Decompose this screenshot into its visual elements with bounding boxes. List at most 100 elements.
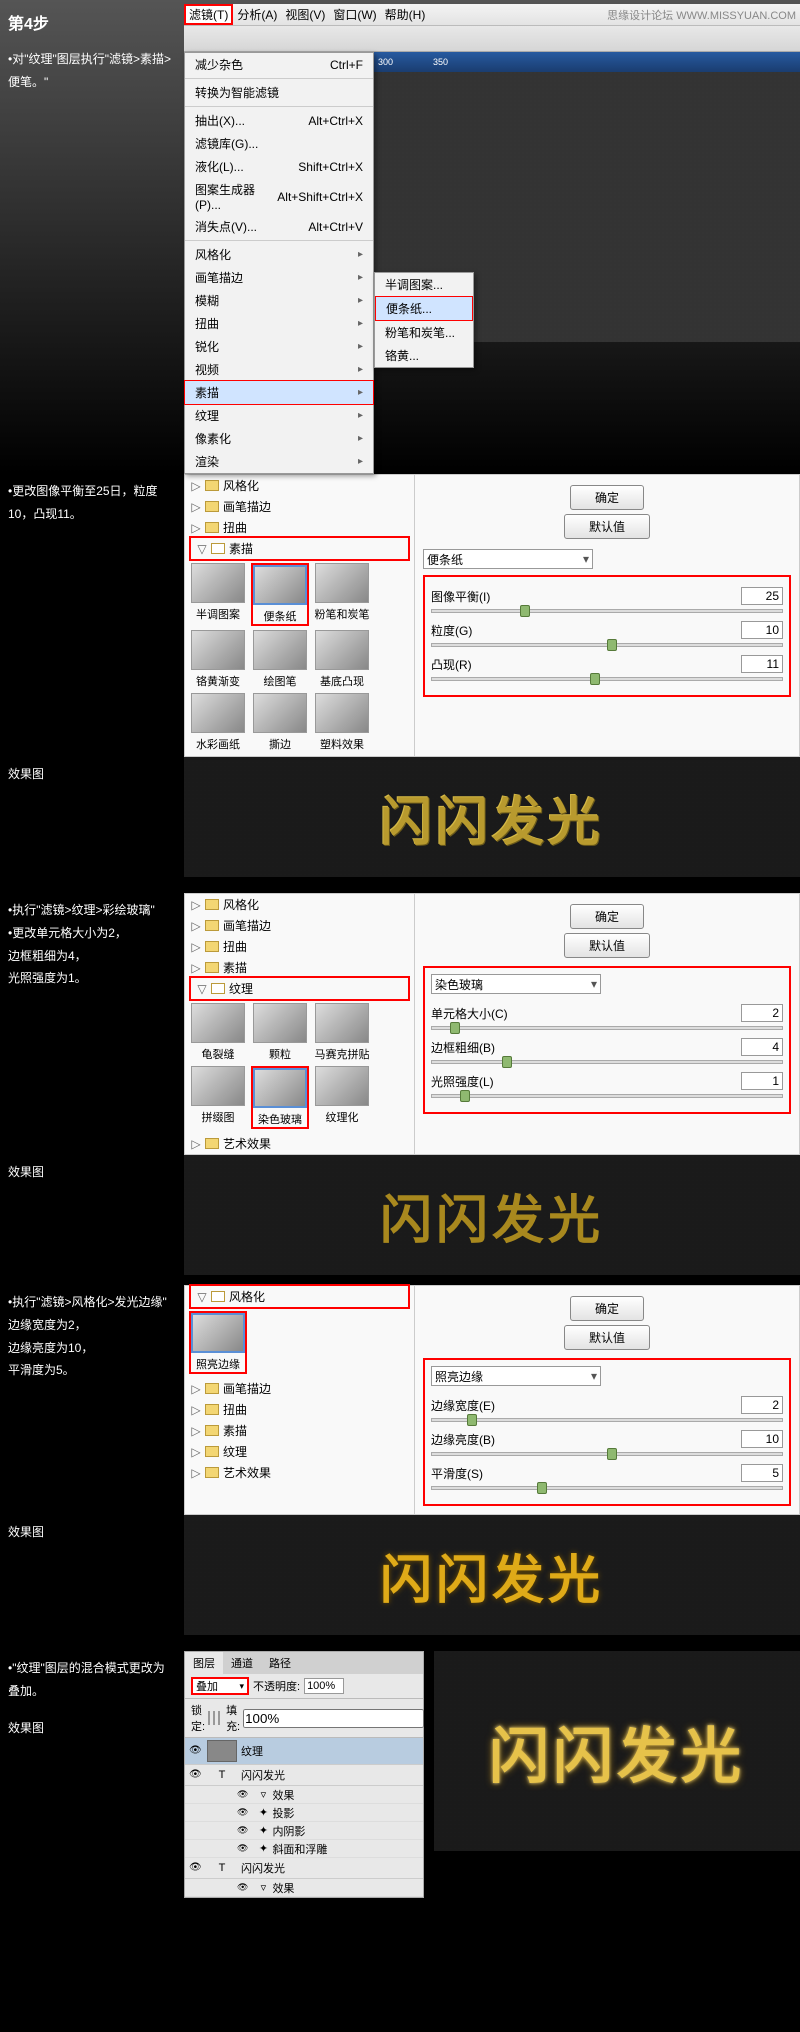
tree-distort[interactable]: ▷扭曲 — [185, 517, 414, 538]
thumb-stained[interactable]: 染色玻璃 — [251, 1066, 309, 1129]
mi-texture[interactable]: 纹理 — [185, 404, 373, 427]
mi-extract[interactable]: 抽出(X)...Alt+Ctrl+X — [185, 109, 373, 132]
input-light[interactable] — [741, 1072, 783, 1090]
thumb-chalk[interactable]: 粉笔和炭笔 — [313, 563, 371, 626]
mi-liquify[interactable]: 液化(L)...Shift+Ctrl+X — [185, 155, 373, 178]
tree-distort2[interactable]: ▷扭曲 — [185, 936, 414, 957]
input-grain[interactable] — [741, 621, 783, 639]
input-edgebright[interactable] — [741, 1430, 783, 1448]
thumb-torn[interactable]: 撕边 — [251, 693, 309, 752]
sub-halftone[interactable]: 半调图案... — [375, 273, 473, 296]
input-balance[interactable] — [741, 587, 783, 605]
slider-edgewidth[interactable] — [431, 1418, 783, 1422]
fx-effects2[interactable]: ▿效果 — [185, 1879, 423, 1897]
tree-brush[interactable]: ▷画笔描边 — [185, 496, 414, 517]
slider-smooth[interactable] — [431, 1486, 783, 1490]
tree-sketch3[interactable]: ▷素描 — [185, 1420, 414, 1441]
default-button[interactable]: 默认值 — [564, 514, 650, 539]
mi-vanishing[interactable]: 消失点(V)...Alt+Ctrl+V — [185, 215, 373, 238]
mi-video[interactable]: 视频 — [185, 358, 373, 381]
eye-icon[interactable] — [189, 1744, 203, 1758]
mi-sharpen[interactable]: 锐化 — [185, 335, 373, 358]
tab-channels[interactable]: 通道 — [223, 1652, 261, 1674]
fx-innershadow[interactable]: ✦内阴影 — [185, 1822, 423, 1840]
default-button-3[interactable]: 默认值 — [564, 1325, 650, 1350]
ok-button-3[interactable]: 确定 — [570, 1296, 644, 1321]
tree-artistic2[interactable]: ▷艺术效果 — [185, 1133, 414, 1154]
tree-brush2[interactable]: ▷画笔描边 — [185, 915, 414, 936]
tree-brush3[interactable]: ▷画笔描边 — [185, 1378, 414, 1399]
slider-edgebright[interactable] — [431, 1452, 783, 1456]
sub-chrome[interactable]: 铬黄... — [375, 344, 473, 367]
mi-distort[interactable]: 扭曲 — [185, 312, 373, 335]
input-border[interactable] — [741, 1038, 783, 1056]
slider-cell[interactable] — [431, 1026, 783, 1030]
menu-help[interactable]: 帮助(H) — [381, 6, 430, 23]
menu-analysis[interactable]: 分析(A) — [233, 6, 281, 23]
thumb-basrelief[interactable]: 基底凸现 — [313, 630, 371, 689]
tree-stylize[interactable]: ▷风格化 — [185, 475, 414, 496]
fx-bevel[interactable]: ✦斜面和浮雕 — [185, 1840, 423, 1858]
tab-layers[interactable]: 图层 — [185, 1652, 223, 1674]
tree-stylize3[interactable]: ▽风格化 — [189, 1284, 410, 1309]
thumb-glowing[interactable]: 照亮边缘 — [189, 1311, 247, 1374]
slider-light[interactable] — [431, 1094, 783, 1098]
filter-dropdown[interactable]: 便条纸 — [423, 549, 593, 569]
tree-texture2[interactable]: ▽纹理 — [189, 976, 410, 1001]
sub-notepaper[interactable]: 便条纸... — [375, 296, 473, 321]
tab-paths[interactable]: 路径 — [261, 1652, 299, 1674]
mi-brush[interactable]: 画笔描边 — [185, 266, 373, 289]
input-relief[interactable] — [741, 655, 783, 673]
thumb-texturizer[interactable]: 纹理化 — [313, 1066, 371, 1129]
layer-text1[interactable]: T闪闪发光 — [185, 1765, 423, 1786]
eye-icon[interactable] — [189, 1768, 203, 1782]
default-button-2[interactable]: 默认值 — [564, 933, 650, 958]
thumb-grain[interactable]: 颗粒 — [251, 1003, 309, 1062]
mi-stylize[interactable]: 风格化 — [185, 243, 373, 266]
fx-effects[interactable]: ▿效果 — [185, 1786, 423, 1804]
filter-dropdown-2[interactable]: 染色玻璃 — [431, 974, 601, 994]
fx-shadow[interactable]: ✦投影 — [185, 1804, 423, 1822]
eye-icon[interactable] — [189, 1861, 203, 1875]
thumb-chrome[interactable]: 铬黄渐变 — [189, 630, 247, 689]
tree-artistic3[interactable]: ▷艺术效果 — [185, 1462, 414, 1483]
thumb-plastic[interactable]: 塑料效果 — [313, 693, 371, 752]
menu-filter[interactable]: 滤镜(T) — [184, 4, 233, 25]
sub-chalk[interactable]: 粉笔和炭笔... — [375, 321, 473, 344]
ok-button[interactable]: 确定 — [570, 485, 644, 510]
mi-pixelate[interactable]: 像素化 — [185, 427, 373, 450]
menu-view[interactable]: 视图(V) — [281, 6, 329, 23]
thumb-halftone[interactable]: 半调图案 — [189, 563, 247, 626]
input-smooth[interactable] — [741, 1464, 783, 1482]
thumb-water[interactable]: 水彩画纸 — [189, 693, 247, 752]
menu-window[interactable]: 窗口(W) — [329, 6, 380, 23]
mi-filter-gallery[interactable]: 滤镜库(G)... — [185, 132, 373, 155]
mi-pattern[interactable]: 图案生成器(P)...Alt+Shift+Ctrl+X — [185, 178, 373, 215]
thumb-mosaic[interactable]: 马赛克拼贴 — [313, 1003, 371, 1062]
mi-render[interactable]: 渲染 — [185, 450, 373, 473]
lock-pixels-icon[interactable] — [208, 1711, 210, 1725]
filter-dropdown-3[interactable]: 照亮边缘 — [431, 1366, 601, 1386]
mi-sketch[interactable]: 素描 — [184, 380, 374, 405]
lock-position-icon[interactable] — [213, 1711, 215, 1725]
tree-stylize2[interactable]: ▷风格化 — [185, 894, 414, 915]
lock-all-icon[interactable] — [218, 1711, 220, 1725]
tree-texture3[interactable]: ▷纹理 — [185, 1441, 414, 1462]
tree-sketch[interactable]: ▽素描 — [189, 536, 410, 561]
mi-reduce-noise[interactable]: 减少杂色Ctrl+F — [185, 53, 373, 76]
slider-balance[interactable] — [431, 609, 783, 613]
layer-text2[interactable]: T闪闪发光 — [185, 1858, 423, 1879]
input-opacity[interactable] — [304, 1678, 344, 1694]
slider-grain[interactable] — [431, 643, 783, 647]
mi-blur[interactable]: 模糊 — [185, 289, 373, 312]
blend-mode-dropdown[interactable]: 叠加 — [191, 1677, 249, 1695]
slider-relief[interactable] — [431, 677, 783, 681]
input-fill[interactable] — [243, 1709, 424, 1728]
thumb-patchwork[interactable]: 拼缀图 — [189, 1066, 247, 1129]
mi-smart-filter[interactable]: 转换为智能滤镜 — [185, 81, 373, 104]
input-edgewidth[interactable] — [741, 1396, 783, 1414]
thumb-notepaper[interactable]: 便条纸 — [251, 563, 309, 626]
thumb-graphic[interactable]: 绘图笔 — [251, 630, 309, 689]
input-cell[interactable] — [741, 1004, 783, 1022]
tree-distort3[interactable]: ▷扭曲 — [185, 1399, 414, 1420]
